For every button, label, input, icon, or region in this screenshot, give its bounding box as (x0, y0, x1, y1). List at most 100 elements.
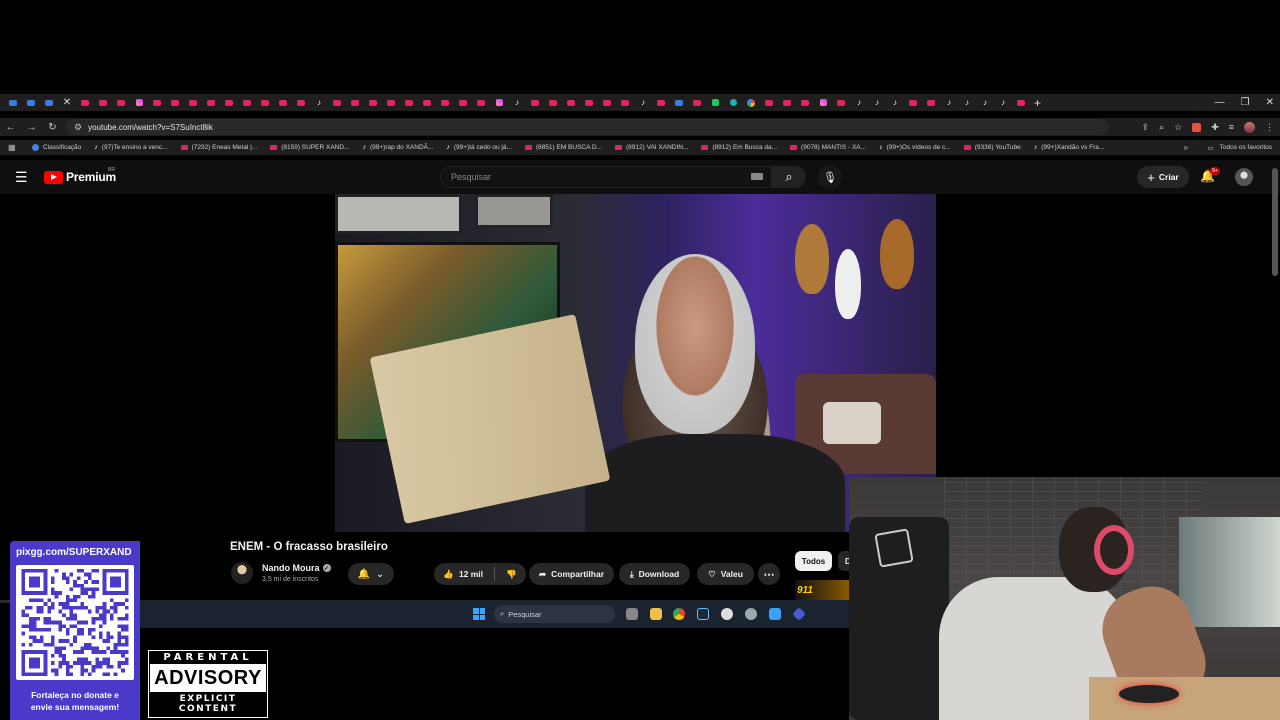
bookmark-item[interactable]: ♪ (99+)Xandão vs Fra... (1034, 144, 1105, 151)
browser-tab[interactable] (166, 94, 184, 111)
settings-icon[interactable] (745, 608, 757, 620)
profile-avatar[interactable] (1244, 121, 1255, 133)
keyboard-icon[interactable] (751, 173, 763, 180)
browser-tab[interactable]: ♪ (850, 94, 868, 111)
download-button[interactable]: ⤓ Download (619, 563, 690, 585)
browser-tab[interactable] (40, 94, 58, 111)
browser-tab[interactable] (688, 94, 706, 111)
browser-tab[interactable]: ♪ (976, 94, 994, 111)
photos-icon[interactable] (769, 608, 781, 620)
search-button[interactable]: ⌕ (772, 166, 806, 188)
install-app-icon[interactable]: ⇪ (1142, 122, 1150, 133)
bookmark-item[interactable]: Classificação (32, 144, 81, 151)
bookmark-item[interactable]: (8851) EM BUSCA D... (524, 144, 602, 151)
bookmark-item[interactable]: ♪ (99+)Os vídeos de c... (879, 144, 951, 151)
chip-all[interactable]: Todos (795, 551, 832, 571)
browser-tab[interactable] (652, 94, 670, 111)
close-window-icon[interactable]: ✕ (1266, 97, 1274, 108)
browser-tab[interactable] (94, 94, 112, 111)
browser-tab[interactable] (796, 94, 814, 111)
browser-tab[interactable] (724, 94, 742, 111)
more-actions-button[interactable]: ⋯ (758, 563, 780, 585)
browser-tab[interactable]: ♪ (886, 94, 904, 111)
browser-tab[interactable]: ♪ (994, 94, 1012, 111)
browser-tab[interactable] (364, 94, 382, 111)
all-bookmarks[interactable]: ▭ Todos os favoritos (1207, 144, 1272, 152)
chrome-icon[interactable] (673, 608, 685, 620)
youtube-logo[interactable]: Premium (44, 170, 116, 184)
browser-tab[interactable] (220, 94, 238, 111)
browser-tab[interactable] (76, 94, 94, 111)
browser-tab[interactable] (544, 94, 562, 111)
browser-tab[interactable] (472, 94, 490, 111)
bookmark-item[interactable]: (8912) Em Busca da... (701, 144, 777, 151)
like-count[interactable]: 12 mil (459, 569, 483, 579)
file-explorer-icon[interactable] (650, 608, 662, 620)
bookmark-item[interactable]: (9078) MANTIS - XA... (790, 144, 866, 151)
browser-tab[interactable] (490, 94, 508, 111)
share-button[interactable]: ➦ Compartilhar (529, 563, 614, 585)
browser-tab[interactable] (778, 94, 796, 111)
browser-tab[interactable] (454, 94, 472, 111)
reload-icon[interactable]: ↻ (42, 122, 63, 133)
create-button[interactable]: + Criar (1137, 166, 1189, 188)
browser-tab[interactable] (706, 94, 724, 111)
voice-search-button[interactable]: 🎙 (818, 165, 842, 189)
subscription-bell-button[interactable]: 🔔 ⌄ (348, 563, 394, 585)
zoom-icon[interactable]: ⌕ (1159, 122, 1164, 133)
video-player[interactable] (335, 194, 936, 532)
browser-menu-icon[interactable]: ⋮ (1265, 122, 1274, 133)
like-icon[interactable]: 👍 (443, 569, 454, 580)
steam-icon[interactable] (697, 608, 709, 620)
channel-name-row[interactable]: Nando Moura ✓ (262, 563, 331, 573)
browser-tab[interactable] (814, 94, 832, 111)
bookmark-item[interactable]: (8912) VAI XANDIN... (615, 144, 688, 151)
bookmark-item[interactable]: ♪ (99+)tá cedo ou já... (446, 144, 512, 151)
task-view-icon[interactable] (626, 608, 638, 620)
url-field[interactable]: ⚙ youtube.com/watch?v=S7SuInct8ik (66, 119, 1108, 135)
browser-tab[interactable]: ♪ (958, 94, 976, 111)
menu-icon[interactable]: ☰ (15, 170, 28, 184)
site-info-icon[interactable]: ⚙ (74, 122, 82, 133)
search-input[interactable]: Pesquisar (440, 166, 772, 188)
channel-avatar[interactable] (231, 562, 253, 584)
browser-tab[interactable] (22, 94, 40, 111)
browser-tab[interactable] (4, 94, 22, 111)
star-icon[interactable]: ☆ (1174, 122, 1182, 133)
browser-tab[interactable] (580, 94, 598, 111)
bookmark-item[interactable]: ♪ (99+)rap do XANDÃ... (362, 144, 433, 151)
bookmark-item[interactable]: (8159) SUPER XAND... (270, 144, 349, 151)
app-icon[interactable] (792, 607, 806, 621)
apps-grid-icon[interactable]: ▦ (8, 143, 22, 152)
browser-tab[interactable] (130, 94, 148, 111)
browser-tab[interactable] (418, 94, 436, 111)
browser-tab[interactable] (562, 94, 580, 111)
bookmark-item[interactable]: (7292) Eneas Metal |... (180, 144, 257, 151)
browser-tab[interactable]: ♪ (508, 94, 526, 111)
browser-tab[interactable] (904, 94, 922, 111)
app-icon[interactable] (721, 608, 733, 620)
browser-tab[interactable] (526, 94, 544, 111)
browser-tab[interactable] (184, 94, 202, 111)
bookmarks-overflow-icon[interactable]: » (1184, 143, 1188, 152)
account-avatar[interactable] (1235, 168, 1253, 186)
extensions-puzzle-icon[interactable]: ✚ (1211, 122, 1219, 133)
minimize-icon[interactable]: — (1215, 97, 1225, 108)
browser-tab[interactable] (436, 94, 454, 111)
back-icon[interactable]: ← (0, 122, 21, 133)
browser-tab[interactable] (274, 94, 292, 111)
new-tab-button[interactable]: + (1034, 96, 1041, 110)
browser-tab[interactable]: ♪ (634, 94, 652, 111)
browser-tab[interactable] (400, 94, 418, 111)
browser-tab[interactable] (616, 94, 634, 111)
browser-tab[interactable] (382, 94, 400, 111)
browser-tab[interactable] (148, 94, 166, 111)
extension-icon[interactable] (1192, 122, 1202, 132)
browser-tab[interactable]: ♪ (940, 94, 958, 111)
browser-tab[interactable] (328, 94, 346, 111)
restore-icon[interactable]: ❐ (1241, 97, 1250, 108)
bookmark-item[interactable]: ♪ (97)Te ensino a venc... (94, 144, 167, 151)
browser-tab[interactable] (598, 94, 616, 111)
browser-tab[interactable] (760, 94, 778, 111)
browser-tab[interactable] (256, 94, 274, 111)
